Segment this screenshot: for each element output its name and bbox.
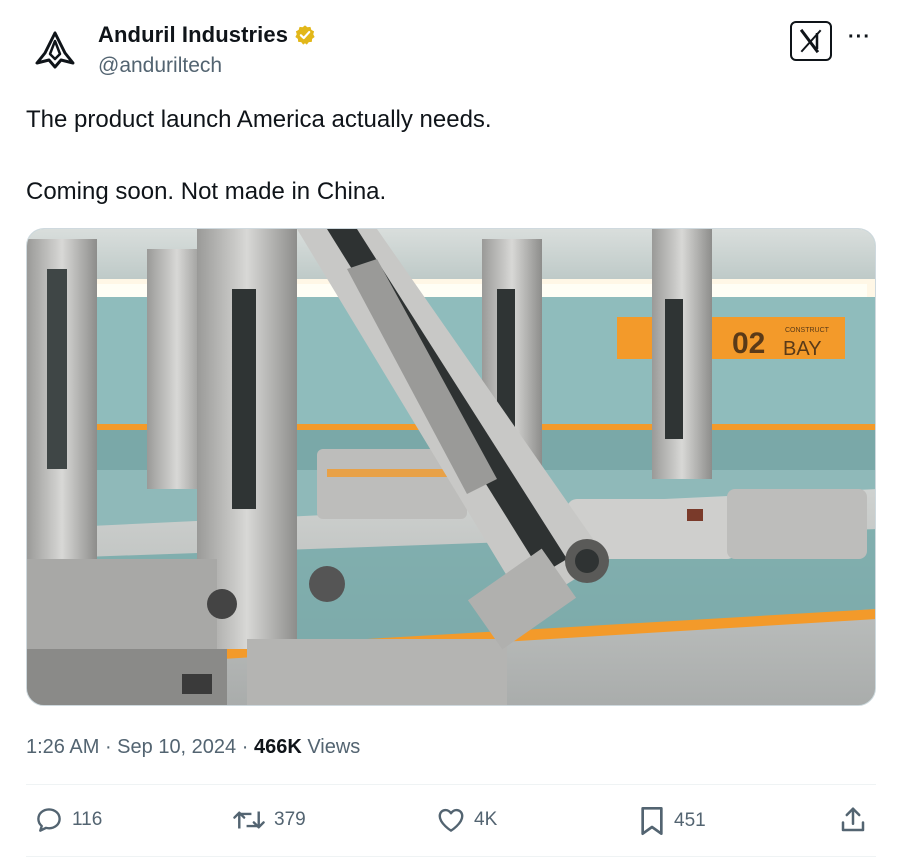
divider (26, 856, 876, 857)
views-count: 466K (253, 736, 302, 758)
author-name-row[interactable]: Anduril Industries (98, 22, 316, 48)
reply-icon (37, 808, 61, 832)
repost-button[interactable]: 379 (232, 805, 306, 835)
reply-button[interactable]: 116 (34, 805, 102, 835)
like-icon (438, 808, 464, 832)
x-logo-icon[interactable] (790, 21, 832, 61)
share-button[interactable] (838, 805, 868, 835)
repost-icon (233, 811, 265, 829)
tweet-date[interactable]: Sep 10, 2024 (117, 736, 236, 759)
bay-sign-word: BAY (783, 338, 822, 360)
bookmark-icon (641, 807, 663, 835)
views-label: Views (301, 736, 361, 758)
bookmark-count: 451 (674, 810, 706, 831)
hangar-scene-image: 02 BAY CONSTRUCT (27, 229, 875, 705)
share-icon (841, 807, 865, 832)
bay-sign-small: CONSTRUCT (785, 327, 830, 334)
like-button[interactable]: 4K (436, 805, 497, 835)
bay-sign-number: 02 (732, 327, 765, 360)
meta-separator: · (99, 736, 118, 758)
verified-badge-icon (295, 25, 315, 45)
bookmark-button[interactable]: 451 (638, 805, 706, 837)
reply-count: 116 (72, 809, 103, 830)
anduril-logo-icon (35, 31, 75, 69)
tweet-time[interactable]: 1:26 AM (26, 736, 99, 759)
tweet-meta: 1:26 AM · Sep 10, 2024 · 466K Views (26, 736, 360, 759)
tweet-media-video[interactable]: 02 BAY CONSTRUCT (26, 228, 876, 706)
meta-separator: · (236, 736, 254, 758)
avatar[interactable] (26, 22, 84, 80)
more-icon[interactable]: ··· (848, 26, 871, 49)
tweet-text-line-1: The product launch America actually need… (26, 106, 492, 133)
author-name[interactable]: Anduril Industries (98, 22, 288, 48)
like-count: 4K (474, 809, 498, 830)
author-handle[interactable]: @anduriltech (98, 54, 222, 78)
tweet-text-line-2: Coming soon. Not made in China. (26, 178, 387, 205)
divider (26, 784, 876, 785)
repost-count: 379 (274, 809, 306, 830)
x-glyph (799, 28, 822, 54)
